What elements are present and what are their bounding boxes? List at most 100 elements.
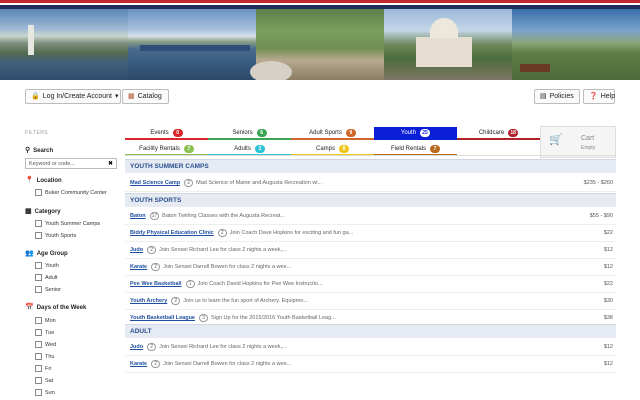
account-button[interactable]: 🔒 Log In/Create Account ▾ [25, 89, 121, 104]
banner-photo-city [0, 9, 128, 80]
day-option[interactable]: Sat [35, 377, 53, 384]
session-count-badge: 2 [171, 297, 181, 305]
age-group-option-label: Adult [45, 274, 58, 281]
tab-label: Adults [234, 145, 251, 152]
policies-button-label: Policies [549, 93, 574, 100]
caret-down-icon: ▾ [115, 93, 119, 100]
activity-description: Mad Science of Maine and Augusta Recreat… [196, 180, 323, 186]
catalog-button[interactable]: ▦ Catalog [122, 89, 169, 104]
policies-button[interactable]: ▤ Policies [534, 89, 580, 104]
activity-link[interactable]: Judo [130, 247, 143, 253]
list-item: Mad Science Camp 2 Mad Science of Maine … [125, 175, 616, 192]
day-option-label: Fri [45, 365, 52, 372]
tab-count-badge: 6 [256, 128, 267, 137]
activity-link[interactable]: Judo [130, 344, 143, 350]
day-checkbox[interactable] [35, 365, 42, 372]
day-option-label: Wed [45, 341, 57, 348]
activity-description: Join Coach Dave Hopkins for exciting and… [229, 230, 354, 236]
age-group-checkbox[interactable] [35, 286, 42, 293]
day-checkbox[interactable] [35, 353, 42, 360]
day-option[interactable]: Tue [35, 329, 54, 336]
search-heading: ⚲ Search [25, 147, 53, 154]
catalog-button-label: Catalog [137, 93, 162, 100]
age-group-checkbox[interactable] [35, 262, 42, 269]
day-checkbox[interactable] [35, 317, 42, 324]
activity-description: Baton Twirling Classes with the Augusta … [162, 213, 285, 219]
activity-description: Join Sensei Darrell Bowen for class 2 ni… [163, 264, 292, 270]
category-checkbox[interactable] [35, 220, 42, 227]
location-option[interactable]: Buker Community Center [35, 189, 107, 196]
category-option[interactable]: Youth Summer Camps [35, 220, 100, 227]
category-label: Category [34, 208, 61, 215]
tab-childcare[interactable]: Childcare 18 [457, 127, 540, 140]
day-option[interactable]: Thu [35, 353, 54, 360]
day-option-label: Sat [45, 377, 54, 384]
activity-description: Join Coach David Hopkins for Pee Wee Ins… [197, 281, 323, 287]
list-item: Karate 2 Join Sensei Darrell Bowen for c… [125, 356, 616, 373]
activity-link[interactable]: Youth Archery [130, 298, 167, 304]
tab-seniors[interactable]: Seniors 6 [208, 127, 291, 140]
age-group-option[interactable]: Adult [35, 274, 58, 281]
activity-link[interactable]: Biddy Physical Education Clinic [130, 230, 214, 236]
activity-price: $22 [603, 230, 613, 236]
calendar-icon: 📅 [25, 304, 34, 311]
category-option-label: Youth Sports [45, 232, 77, 239]
activity-price: $12 [603, 247, 613, 253]
tab-youth[interactable]: Youth 25 [374, 127, 457, 140]
activity-link[interactable]: Baton [130, 213, 146, 219]
activity-link[interactable]: Karate [130, 361, 147, 367]
clear-search-icon[interactable]: ✖ [108, 160, 113, 167]
activity-description: Join Sensei Darrell Bowen for class 2 ni… [163, 361, 292, 367]
activity-description: Join us to learn the fun sport of Archer… [183, 298, 308, 304]
activity-link[interactable]: Karate [130, 264, 147, 270]
day-option-label: Mon [45, 317, 56, 324]
activity-price: $12 [603, 344, 613, 350]
activity-link[interactable]: Pee Wee Basketball [130, 281, 182, 287]
activity-link[interactable]: Youth Basketball League [130, 315, 195, 321]
section-heading: YOUTH SPORTS [125, 193, 616, 207]
tab-label: Childcare [478, 129, 505, 136]
banner-bench [520, 64, 550, 72]
activity-price: $30 [603, 298, 613, 304]
section-heading: YOUTH SUMMER CAMPS [125, 159, 616, 173]
location-checkbox[interactable] [35, 189, 42, 196]
day-option[interactable]: Wed [35, 341, 56, 348]
activity-price: $12 [603, 361, 613, 367]
activity-description: Join Sensei Richard Lee for class 2 nigh… [159, 344, 287, 350]
help-button-label: Help [600, 93, 616, 100]
shopping-cart-icon: 🛒 [549, 134, 563, 146]
day-option-label: Thu [45, 353, 55, 360]
day-checkbox[interactable] [35, 389, 42, 396]
age-group-option[interactable]: Youth [35, 262, 59, 269]
day-option[interactable]: Mon [35, 317, 56, 324]
banner-capitol-building [416, 37, 472, 67]
help-button[interactable]: ❓ Help [583, 89, 615, 104]
search-input[interactable]: Keyword or code... ✖ [25, 158, 117, 169]
cart-panel[interactable]: 🛒 Cart Empty [540, 126, 616, 158]
tab-label: Seniors [232, 129, 253, 136]
day-option[interactable]: Fri [35, 365, 51, 372]
category-option[interactable]: Youth Sports [35, 232, 76, 239]
day-checkbox[interactable] [35, 341, 42, 348]
age-group-checkbox[interactable] [35, 274, 42, 281]
tab-adult-sports[interactable]: Adult Sports 9 [291, 127, 374, 140]
age-group-option[interactable]: Senior [35, 286, 61, 293]
section-heading: ADULT [125, 324, 616, 338]
tab-count-badge: 8 [339, 144, 349, 153]
age-group-option-label: Youth [45, 262, 59, 269]
search-placeholder: Keyword or code... [29, 161, 75, 167]
category-checkbox[interactable] [35, 232, 42, 239]
days-heading: 📅 Days of the Week [25, 304, 86, 311]
activity-link[interactable]: Mad Science Camp [130, 180, 180, 186]
list-item: Judo 2 Join Sensei Richard Lee for class… [125, 339, 616, 356]
banner-church-steeple [28, 25, 34, 55]
tab-count-badge: 7 [430, 144, 440, 153]
session-count-badge: 3 [199, 314, 208, 322]
day-checkbox[interactable] [35, 329, 42, 336]
search-icon: ⚲ [25, 147, 31, 154]
tab-label: Adult Sports [309, 129, 342, 136]
day-checkbox[interactable] [35, 377, 42, 384]
day-option[interactable]: Sun [35, 389, 55, 396]
users-icon: 👥 [25, 250, 34, 257]
tab-events[interactable]: Events 0 [125, 127, 208, 140]
